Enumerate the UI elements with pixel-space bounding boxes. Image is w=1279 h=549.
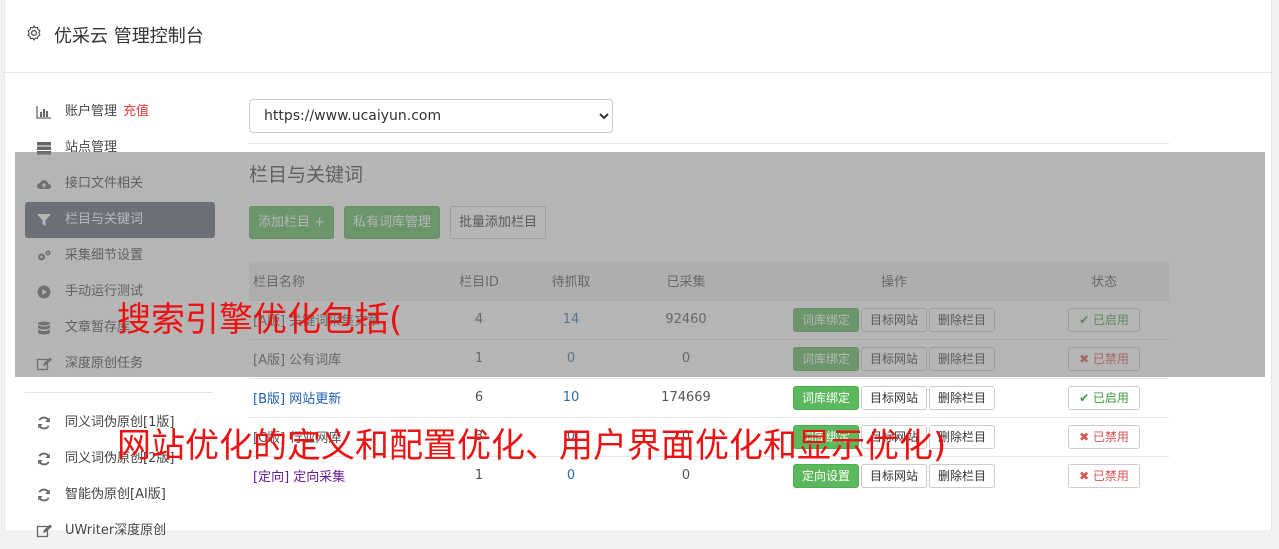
play-circle-icon <box>37 285 51 299</box>
recharge-link[interactable]: 充值 <box>123 104 149 119</box>
delete-column-button[interactable]: 删除栏目 <box>929 307 996 332</box>
status-toggle[interactable]: ✖ 已禁用 <box>1068 346 1140 371</box>
pending-count[interactable]: 14 <box>519 299 623 339</box>
col-pending-header: 待抓取 <box>519 262 623 300</box>
pending-count[interactable]: 10 <box>519 377 623 417</box>
edit-icon <box>36 357 52 371</box>
section-title: 栏目与关键词 <box>249 164 364 186</box>
delete-column-button[interactable]: 删除栏目 <box>929 385 996 410</box>
collected-count: 174669 <box>623 377 749 417</box>
sidebar-item-label: 站点管理 <box>65 140 118 155</box>
row-status: ✖ 已禁用 <box>1039 416 1169 456</box>
bind-lexicon-button[interactable]: 词库绑定 <box>792 346 859 371</box>
column-id: 4 <box>439 299 519 339</box>
bind-lexicon-button[interactable]: 词库绑定 <box>792 307 859 332</box>
table-row: [B版] 网站更新 6 10 174669 词库绑定 目标网站 删除栏目 ✔ 已启用 <box>249 377 1169 417</box>
collected-count: 92460 <box>623 299 749 339</box>
col-status-header: 状态 <box>1039 262 1169 300</box>
refresh-icon <box>38 452 50 466</box>
sidebar-divider <box>25 392 213 393</box>
sidebar-item-sites[interactable]: 站点管理 <box>25 130 215 166</box>
edit-icon <box>36 524 52 538</box>
status-toggle[interactable]: ✔ 已启用 <box>1068 385 1140 410</box>
row-actions: 词库绑定 目标网站 删除栏目 <box>749 377 1039 417</box>
private-lexicon-button[interactable]: 私有词库管理 <box>344 206 441 239</box>
bind-lexicon-button[interactable]: 词库绑定 <box>792 385 859 410</box>
target-site-button[interactable]: 目标网站 <box>860 385 927 410</box>
divider <box>249 143 1169 144</box>
sidebar-item-uwriter[interactable]: UWriter深度原创 <box>25 513 215 549</box>
sidebar-item-label: 接口文件相关 <box>65 176 144 191</box>
row-actions: 词库绑定 目标网站 删除栏目 <box>749 299 1039 339</box>
sidebar-item-collect-settings[interactable]: 采集细节设置 <box>25 238 215 274</box>
col-collected-header: 已采集 <box>623 262 749 300</box>
cogs-icon <box>38 250 51 261</box>
filter-icon <box>37 214 51 226</box>
top-bar: 优采云 管理控制台 <box>5 0 1271 73</box>
col-actions-header: 操作 <box>749 262 1039 300</box>
table-row: [A版] 公有词库 1 0 0 词库绑定 目标网站 删除栏目 ✖ 已禁用 <box>249 338 1169 378</box>
target-site-button[interactable]: 目标网站 <box>860 463 927 488</box>
sidebar-item-label: 账户管理 <box>65 104 118 119</box>
row-status: ✖ 已禁用 <box>1039 455 1169 495</box>
collected-count: 0 <box>623 338 749 378</box>
col-id-header: 栏目ID <box>439 262 519 300</box>
column-id: 1 <box>439 338 519 378</box>
sidebar-item-deep-original[interactable]: 深度原创任务 <box>25 346 215 382</box>
row-status: ✖ 已禁用 <box>1039 338 1169 378</box>
sidebar-item-label: 采集细节设置 <box>65 248 144 263</box>
bar-chart-icon <box>36 106 51 119</box>
sidebar-item-label: UWriter深度原创 <box>65 523 167 538</box>
pending-count[interactable]: 0 <box>519 338 623 378</box>
sidebar-item-label: 智能伪原创[AI版] <box>65 487 166 502</box>
target-site-button[interactable]: 目标网站 <box>860 346 927 371</box>
add-column-button[interactable]: 添加栏目 + <box>249 206 335 239</box>
column-name[interactable]: [B版] 网站更新 <box>249 377 439 417</box>
row-actions: 词库绑定 目标网站 删除栏目 <box>749 338 1039 378</box>
status-toggle[interactable]: ✖ 已禁用 <box>1068 424 1140 449</box>
column-id: 6 <box>439 377 519 417</box>
sidebar-item-label: 栏目与关键词 <box>65 212 144 227</box>
status-toggle[interactable]: ✖ 已禁用 <box>1068 463 1140 488</box>
sidebar-item-account[interactable]: 账户管理 充值 <box>25 94 215 130</box>
overlay-text-line2: 网站优化的定义和配置优化、用户界面优化和显示优化) <box>117 426 947 466</box>
action-buttons: 添加栏目 + 私有词库管理 批量添加栏目 <box>249 206 1169 240</box>
batch-add-button[interactable]: 批量添加栏目 <box>450 206 547 239</box>
row-status: ✔ 已启用 <box>1039 377 1169 417</box>
status-toggle[interactable]: ✔ 已启用 <box>1068 307 1140 332</box>
site-select[interactable]: https://www.ucaiyun.com <box>249 99 613 133</box>
column-name[interactable]: [A版] 公有词库 <box>249 338 439 378</box>
refresh-icon <box>38 488 50 502</box>
row-status: ✔ 已启用 <box>1039 299 1169 339</box>
sidebar-item-label: 深度原创任务 <box>65 356 144 371</box>
target-site-button[interactable]: 目标网站 <box>860 307 927 332</box>
sidebar-item-ai-original[interactable]: 智能伪原创[AI版] <box>25 477 215 513</box>
gear-icon <box>27 25 41 41</box>
bind-lexicon-button[interactable]: 定向设置 <box>792 463 859 488</box>
delete-column-button[interactable]: 删除栏目 <box>929 463 996 488</box>
server-icon <box>37 142 51 155</box>
refresh-icon <box>38 416 50 430</box>
overlay-text-line1: 搜索引擎优化包括( <box>117 300 403 340</box>
delete-column-button[interactable]: 删除栏目 <box>929 346 996 371</box>
page-title: 优采云 管理控制台 <box>54 26 204 47</box>
database-icon <box>38 321 50 335</box>
sidebar-item-columns[interactable]: 栏目与关键词 <box>25 202 215 238</box>
sidebar-item-interface[interactable]: 接口文件相关 <box>25 166 215 202</box>
cloud-upload-icon <box>37 180 51 189</box>
